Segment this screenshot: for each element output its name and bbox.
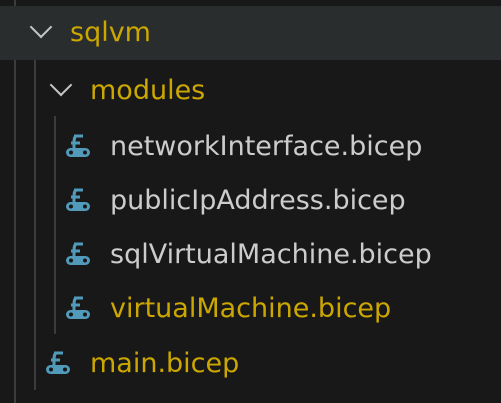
folder-label: sqlvm [70, 17, 151, 48]
file-label: virtualMachine.bicep [110, 293, 392, 324]
bicep-file-icon [66, 296, 90, 319]
folder-label: modules [90, 75, 206, 106]
tree-file[interactable]: virtualMachine.bicep [0, 282, 501, 336]
bicep-file-icon [46, 351, 70, 374]
file-label: sqlVirtualMachine.bicep [110, 239, 432, 270]
file-label: main.bicep [90, 348, 240, 379]
tree-file[interactable]: publicIpAddress.bicep [0, 174, 501, 228]
tree-file[interactable]: networkInterface.bicep [0, 120, 501, 174]
tree-folder-sqlvm[interactable]: sqlvm [0, 6, 501, 60]
bicep-file-icon [66, 134, 90, 157]
chevron-down-icon[interactable] [29, 15, 53, 39]
bicep-file-icon [66, 188, 90, 211]
file-label: networkInterface.bicep [110, 131, 423, 162]
file-label: publicIpAddress.bicep [110, 185, 406, 216]
bicep-file-icon [66, 242, 90, 265]
chevron-down-icon[interactable] [49, 73, 73, 97]
tree-folder-modules[interactable]: modules [0, 64, 501, 118]
tree-file[interactable]: main.bicep [0, 337, 501, 391]
tree-file[interactable]: sqlVirtualMachine.bicep [0, 228, 501, 282]
